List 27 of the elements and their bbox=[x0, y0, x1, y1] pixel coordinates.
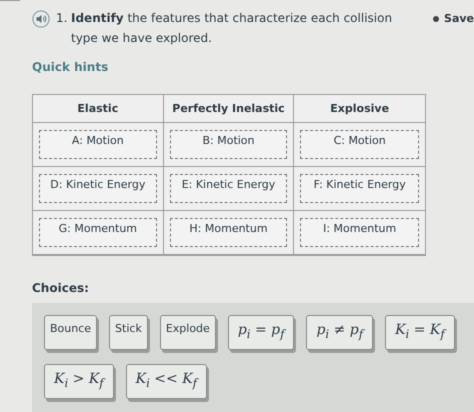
drop-zone[interactable]: I: Momentum bbox=[300, 218, 419, 247]
speaker-icon[interactable] bbox=[32, 10, 50, 28]
choice-chip[interactable]: Explode bbox=[160, 315, 216, 350]
drop-zone[interactable]: F: Kinetic Energy bbox=[300, 174, 419, 203]
column-header: Elastic bbox=[33, 95, 164, 123]
choices-label: Choices: bbox=[32, 281, 89, 295]
drop-zone[interactable]: C: Motion bbox=[300, 130, 419, 159]
drop-zone[interactable]: D: Kinetic Energy bbox=[39, 174, 157, 203]
question-number: 1. bbox=[56, 11, 68, 25]
column-header: Explosive bbox=[294, 95, 425, 123]
quick-hints-link[interactable]: Quick hints bbox=[32, 60, 108, 74]
choice-chip[interactable]: Stick bbox=[109, 315, 148, 350]
question-text: Identify the features that characterize each collision type we have explored. bbox=[71, 10, 394, 47]
save-status: Save bbox=[444, 12, 474, 25]
choice-chip[interactable]: K$_{i}$ << K$_{f}$ bbox=[126, 364, 207, 399]
choice-chip[interactable]: p$_{i}$ ≠ p$_{f}$ bbox=[306, 315, 374, 350]
choice-chip[interactable]: Bounce bbox=[44, 315, 98, 350]
drop-zone[interactable]: B: Motion bbox=[170, 130, 288, 159]
choice-chip[interactable]: K$_{i}$ = K$_{f}$ bbox=[385, 315, 455, 350]
drop-zone[interactable]: A: Motion bbox=[39, 130, 157, 159]
status-dot-icon bbox=[433, 16, 440, 22]
drop-zone[interactable]: G: Momentum bbox=[39, 218, 157, 247]
column-header: Perfectly Inelastic bbox=[164, 95, 294, 123]
choice-chip[interactable]: K$_{i}$ > K$_{f}$ bbox=[44, 364, 114, 399]
drop-zone[interactable]: H: Momentum bbox=[170, 218, 288, 247]
drop-zone[interactable]: E: Kinetic Energy bbox=[170, 174, 288, 203]
choice-chip[interactable]: p$_{i}$ = p$_{f}$ bbox=[228, 315, 294, 350]
